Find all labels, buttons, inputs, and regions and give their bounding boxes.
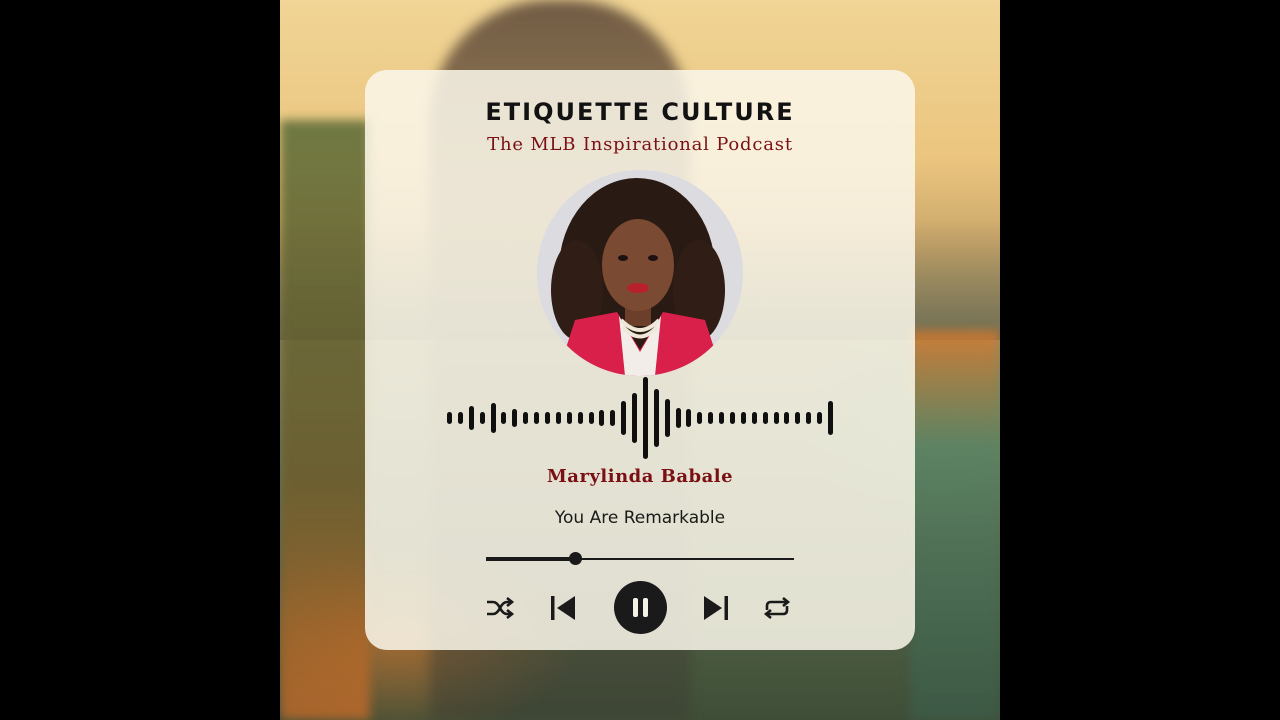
waveform-bar (828, 401, 833, 435)
waveform-bar (795, 411, 801, 425)
waveform-bar (468, 406, 474, 430)
waveform-bar (632, 392, 638, 444)
podcast-title: ETIQUETTE CULTURE (485, 98, 795, 126)
waveform-bar (653, 389, 659, 447)
waveform-bar (479, 411, 485, 425)
player-card: ETIQUETTE CULTURE The MLB Inspirational … (365, 70, 915, 650)
playback-progress-slider[interactable] (486, 552, 794, 566)
waveform-bar (523, 411, 529, 425)
host-portrait-image (537, 170, 743, 376)
waveform-bar (555, 411, 561, 425)
skip-next-icon (704, 596, 728, 620)
waveform-bar (544, 411, 550, 425)
skip-previous-icon (551, 596, 575, 620)
waveform-bar (599, 409, 605, 427)
waveform-bar (610, 409, 616, 427)
host-name: Marylinda Babale (546, 466, 734, 487)
waveform-bar (621, 400, 627, 436)
waveform-bar (784, 411, 790, 425)
waveform-bar (664, 398, 670, 438)
waveform-bar (708, 411, 714, 425)
waveform-bar (730, 411, 736, 425)
audio-waveform (447, 372, 833, 464)
repeat-button[interactable] (755, 580, 799, 636)
waveform-bar (566, 411, 572, 425)
background-foliage-right (910, 330, 1000, 720)
waveform-bar (719, 411, 725, 425)
shuffle-icon (487, 597, 515, 619)
playback-controls (365, 580, 915, 636)
waveform-bar (751, 411, 757, 425)
waveform-bar (588, 411, 594, 425)
episode-title: You Are Remarkable (554, 508, 726, 528)
waveform-bar (740, 411, 746, 425)
pause-icon (633, 598, 638, 617)
waveform-bar (642, 376, 648, 460)
waveform-bar (773, 411, 779, 425)
waveform-bar (762, 411, 768, 425)
background-foliage-left (280, 120, 370, 720)
pause-button[interactable] (614, 581, 667, 634)
waveform-bar (457, 411, 463, 425)
progress-fill (486, 557, 576, 561)
previous-button[interactable] (541, 580, 585, 636)
waveform-bar (806, 411, 812, 425)
pause-icon-bar (643, 598, 648, 617)
waveform-bar (686, 408, 692, 428)
waveform-bar (490, 403, 496, 433)
progress-thumb[interactable] (569, 552, 583, 565)
waveform-bar (534, 411, 540, 425)
waveform-bar (697, 411, 703, 425)
host-avatar (537, 170, 743, 376)
podcast-subtitle: The MLB Inspirational Podcast (487, 134, 793, 155)
next-button[interactable] (694, 580, 738, 636)
repeat-icon (763, 596, 791, 620)
waveform-bar (675, 407, 681, 429)
waveform-bar (512, 408, 518, 428)
shuffle-button[interactable] (478, 580, 522, 636)
waveform-bar (447, 411, 452, 425)
waveform-bar (577, 411, 583, 425)
waveform-bar (501, 411, 507, 425)
waveform-bar (817, 411, 823, 425)
